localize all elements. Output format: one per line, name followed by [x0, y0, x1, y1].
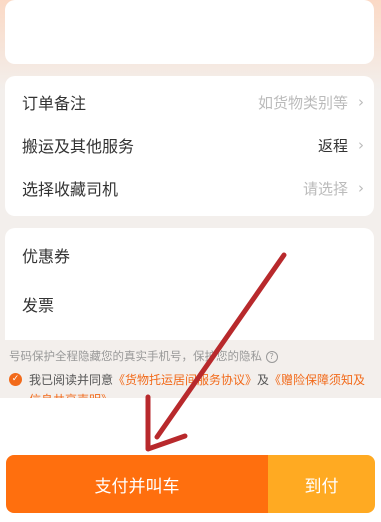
promo-card: 优惠券 发票	[5, 228, 374, 340]
favorite-driver-value: 请选择	[302, 179, 348, 198]
service-value: 返程	[317, 136, 348, 155]
privacy-note: 号码保护全程隐藏您的真实手机号，保护您的隐私 ?	[9, 348, 278, 364]
cash-on-delivery-label: 到付	[304, 476, 339, 497]
chevron-right-icon: ›	[358, 136, 364, 154]
pay-and-call-label: 支付并叫车	[94, 476, 180, 497]
invoice-row[interactable]: 发票	[5, 286, 374, 322]
cash-on-delivery-button[interactable]: 到付	[268, 455, 375, 513]
agreement-prefix: 我已阅读并同意	[29, 373, 114, 387]
remark-label: 订单备注	[22, 94, 87, 113]
order-options-card: 订单备注 如货物类别等 › 搬运及其他服务 返程 › 选择收藏司机 请选择 ›	[5, 76, 374, 216]
agreement-and: 及	[257, 373, 270, 387]
agreement-link-service[interactable]: 《货物托运居间服务协议》	[113, 373, 257, 387]
favorite-driver-row[interactable]: 选择收藏司机 请选择 ›	[5, 170, 374, 206]
coupon-label: 优惠券	[22, 247, 71, 266]
agreement-checkbox[interactable]: ✓	[9, 373, 22, 386]
remark-value: 如货物类别等	[257, 93, 348, 112]
chevron-right-icon: ›	[358, 179, 364, 197]
pay-and-call-button[interactable]: 支付并叫车	[6, 455, 268, 513]
privacy-text: 号码保护全程隐藏您的真实手机号，保护您的隐私	[9, 349, 262, 363]
order-summary-card	[5, 0, 374, 64]
invoice-label: 发票	[22, 296, 55, 315]
service-row[interactable]: 搬运及其他服务 返程 ›	[5, 127, 374, 163]
coupon-row[interactable]: 优惠券	[5, 237, 374, 273]
service-label: 搬运及其他服务	[22, 137, 135, 156]
favorite-driver-label: 选择收藏司机	[22, 180, 119, 199]
chevron-right-icon: ›	[358, 93, 364, 111]
info-icon[interactable]: ?	[265, 350, 278, 363]
remark-row[interactable]: 订单备注 如货物类别等 ›	[5, 84, 374, 120]
